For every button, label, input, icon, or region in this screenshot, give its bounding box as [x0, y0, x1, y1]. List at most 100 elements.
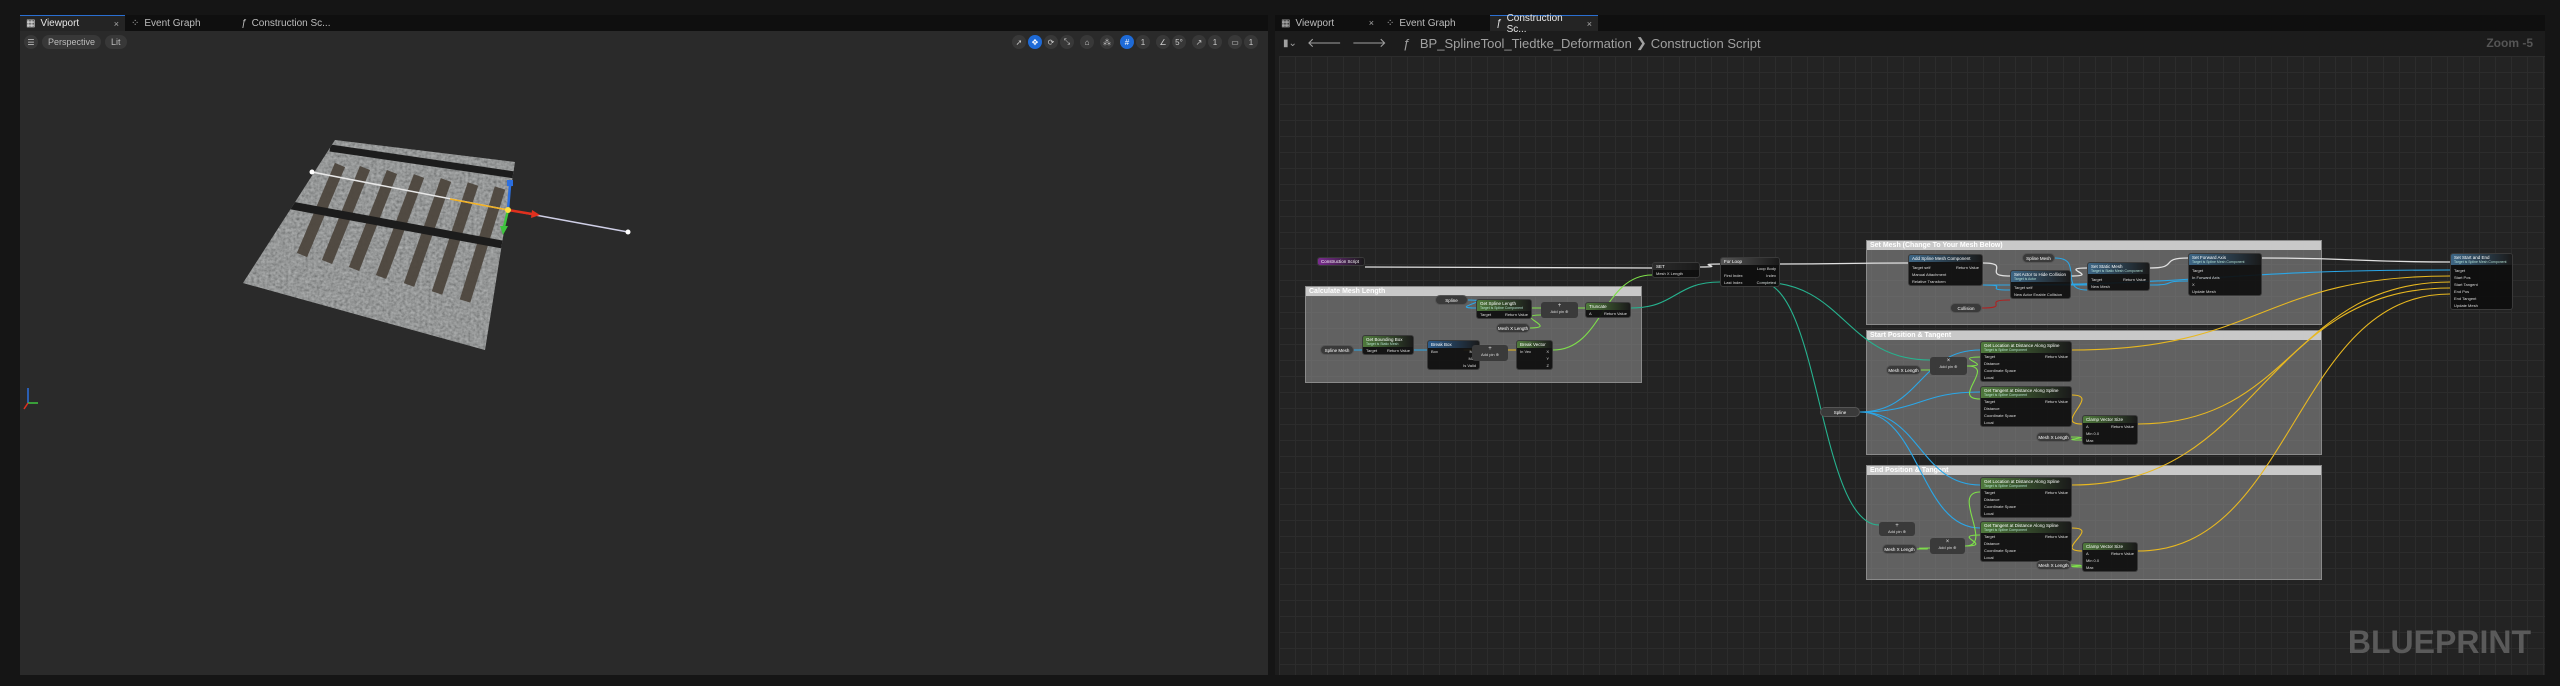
pin-label[interactable]: Relative Transform [1912, 279, 1946, 284]
node-cv2[interactable]: Clamp Vector Size A Return Value Min 0.0 Max [2082, 542, 2138, 572]
node-loop[interactable]: For Loop Loop Body First Index Index Last In… [1720, 257, 1780, 287]
back-arrow-icon[interactable]: 🡐 [1307, 35, 1342, 51]
node-cs[interactable]: Construction Script [1317, 257, 1365, 266]
variable-node[interactable]: Collision [1950, 303, 1982, 313]
variable-node[interactable]: Mesh X Length [2036, 432, 2071, 442]
graph-canvas[interactable]: BLUEPRINT Calculate Mesh Length Set Mesh … [1279, 56, 2545, 675]
node-gt1[interactable]: Get Tangent at Distance Along Spline Targ… [1980, 386, 2072, 427]
tab-construction-script[interactable]: ƒ Construction Sc... × [1490, 13, 1598, 35]
pin-label[interactable]: Max [2086, 565, 2094, 570]
node-gbb[interactable]: Get Bounding Box Target is Static Mesh Tar… [1362, 335, 1414, 355]
bookmark-icon[interactable]: ▮⌄ [1283, 38, 1297, 49]
spline-point[interactable] [309, 169, 315, 175]
pin-label[interactable]: Min 0.0 [2086, 558, 2099, 563]
pin-label[interactable]: Local [1984, 555, 1994, 560]
pin-label[interactable]: Return Value [2045, 354, 2068, 359]
spline-point[interactable] [625, 229, 631, 235]
close-icon[interactable]: × [1587, 19, 1592, 29]
pin-label[interactable]: Target self [2014, 285, 2032, 290]
node-cv1[interactable]: Clamp Vector Size A Return Value Min 0.0 Max [2082, 415, 2138, 445]
add-pin-button[interactable]: Add pin ⊕ [1931, 545, 1964, 550]
pin-label[interactable]: Distance [1984, 497, 2000, 502]
pin-label[interactable]: Target [1984, 534, 1995, 539]
pin-label[interactable]: Target self [1912, 265, 1930, 270]
pin-label[interactable]: Return Value [2045, 490, 2068, 495]
add-pin-button[interactable]: Add pin ⊕ [1542, 309, 1577, 314]
node-set[interactable]: SET Mesh X Length [1652, 262, 1700, 278]
pin-label[interactable]: Coordinate Space [1984, 413, 2016, 418]
pin-label[interactable]: X [1546, 349, 1549, 354]
pin-label[interactable]: Start Tangent [2454, 282, 2478, 287]
pin-label[interactable]: Distance [1984, 541, 2000, 546]
pin-label[interactable]: Index [1766, 273, 1776, 278]
pin-label[interactable]: Max [2086, 438, 2094, 443]
forward-arrow-icon[interactable]: 🡒 [1352, 35, 1387, 51]
pin-label[interactable]: Local [1984, 511, 1994, 516]
pin-label[interactable]: New Mesh [2091, 284, 2110, 289]
pin-label[interactable]: Target [1480, 312, 1491, 317]
variable-node[interactable]: Mesh X Length [2036, 560, 2071, 570]
pin-label[interactable]: A [2086, 551, 2089, 556]
add-pin-button[interactable]: Add pin ⊕ [1931, 364, 1966, 369]
pin-label[interactable]: First Index [1724, 273, 1743, 278]
add-pin-button[interactable]: Add pin ⊕ [1880, 529, 1914, 534]
pin-label[interactable]: Start Pos [2454, 275, 2470, 280]
node-sfa[interactable]: Set Forward Axis Target is Spline Mesh Co… [2188, 253, 2262, 296]
pin-label[interactable]: Return Value [2123, 277, 2146, 282]
variable-node[interactable]: Spline [1435, 295, 1468, 305]
pin-label[interactable]: Return Value [2045, 399, 2068, 404]
pin-label[interactable]: Target [1984, 354, 1995, 359]
pin-label[interactable]: Return Value [2111, 551, 2134, 556]
variable-node[interactable]: Mesh X Length [1882, 544, 1917, 554]
pin-label[interactable]: Target [2192, 268, 2203, 273]
node-gsl[interactable]: Get Spline Length Target is Spline Compon… [1476, 299, 1532, 319]
pin-label[interactable]: Coordinate Space [1984, 368, 2016, 373]
pin-label[interactable]: Coordinate Space [1984, 548, 2016, 553]
node-gt2[interactable]: Get Tangent at Distance Along Spline Targ… [1980, 521, 2072, 562]
pin-label[interactable]: Distance [1984, 406, 2000, 411]
pin-label[interactable]: Local [1984, 375, 1994, 380]
pin-label[interactable]: In Vec [1520, 349, 1531, 354]
node-trunc[interactable]: Truncate A Return Value [1585, 302, 1631, 318]
pin-label[interactable]: A [1589, 311, 1592, 316]
pin-label[interactable]: Target [1984, 490, 1995, 495]
pin-label[interactable]: In Forward Axis [2192, 275, 2220, 280]
pin-label[interactable]: Return Value [2045, 534, 2068, 539]
node-gl1[interactable]: Get Location at Distance Along Spline Tar… [1980, 341, 2072, 382]
pin-label[interactable]: Update Mesh [2192, 289, 2216, 294]
math-node-add2[interactable]: + Add pin ⊕ [1472, 345, 1508, 361]
math-node-mul1[interactable]: × Add pin ⊕ [1930, 357, 1967, 375]
node-asm[interactable]: Add Spline Mesh Component Target self Retu… [1908, 254, 1983, 286]
railway-track-mesh[interactable] [220, 115, 540, 375]
tab-event-graph[interactable]: ⁘ Event Graph [1380, 15, 1490, 31]
node-gl2[interactable]: Get Location at Distance Along Spline Tar… [1980, 477, 2072, 518]
pin-label[interactable]: Distance [1984, 361, 2000, 366]
breadcrumb-graph[interactable]: Construction Script [1651, 36, 1761, 51]
close-icon[interactable]: × [1369, 18, 1374, 28]
node-bvec[interactable]: Break Vector In Vec X Y Z [1516, 340, 1553, 370]
pin-label[interactable]: New Actor Enable Collision [2014, 292, 2062, 297]
pin-label[interactable]: Target [2091, 277, 2102, 282]
pin-label[interactable]: Target [1366, 348, 1377, 353]
pin-label[interactable]: Return Value [1604, 311, 1627, 316]
variable-node[interactable]: Mesh X Length [1886, 365, 1921, 375]
node-hide[interactable]: Set Actor to Hide Collision Target is Act… [2010, 270, 2071, 299]
pin-label[interactable]: Target [1984, 399, 1995, 404]
pin-label[interactable]: Min 0.0 [2086, 431, 2099, 436]
pin-label[interactable]: Loop Body [1757, 266, 1776, 271]
pin-label[interactable]: Y [1546, 356, 1549, 361]
add-pin-button[interactable]: Add pin ⊕ [1473, 352, 1507, 357]
math-node-mul2[interactable]: × Add pin ⊕ [1930, 538, 1965, 554]
tab-viewport[interactable]: ▦ Viewport × [1275, 15, 1380, 31]
pin-label[interactable]: Z [1547, 363, 1549, 368]
pin-label[interactable]: Mesh X Length [1656, 271, 1683, 276]
pin-label[interactable]: Coordinate Space [1984, 504, 2016, 509]
pin-label[interactable]: End Pos [2454, 289, 2469, 294]
node-ssm[interactable]: Set Static Mesh Target is Static Mesh Com… [2087, 262, 2150, 291]
pin-label[interactable]: Return Value [1387, 348, 1410, 353]
pin-label[interactable]: Return Value [1505, 312, 1528, 317]
math-node-add3[interactable]: + Add pin ⊕ [1879, 522, 1915, 536]
variable-node[interactable]: Spline [1820, 407, 1860, 417]
pin-label[interactable]: Is Valid [1463, 363, 1476, 368]
pin-label[interactable]: Return Value [1956, 265, 1979, 270]
